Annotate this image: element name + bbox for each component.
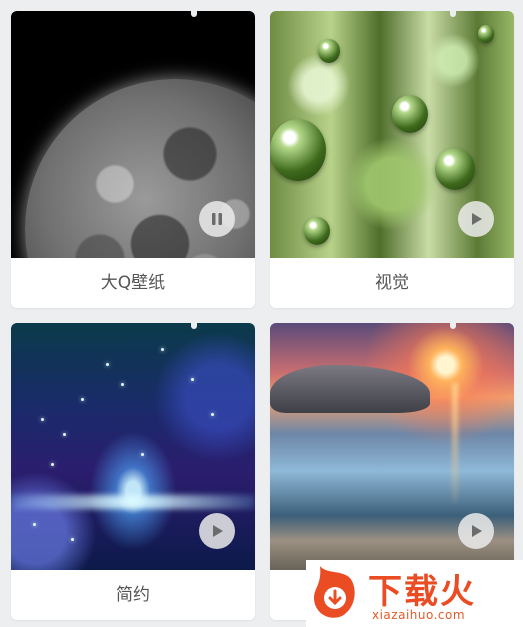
play-icon [472, 525, 482, 537]
star [161, 348, 164, 351]
play-button[interactable] [458, 201, 494, 237]
card-notch [191, 323, 197, 329]
play-icon [472, 213, 482, 225]
card-notch [191, 11, 197, 17]
pause-icon [212, 213, 222, 225]
wallpaper-card-shijue[interactable]: 视觉 [270, 11, 514, 308]
play-icon [213, 525, 223, 537]
star [81, 398, 84, 401]
star [211, 413, 214, 416]
water-drop [318, 39, 340, 63]
sun-reflection [452, 383, 458, 503]
star [63, 433, 66, 436]
star [121, 383, 124, 386]
water-drop [478, 25, 494, 43]
card-notch [450, 323, 456, 329]
flame-logo-icon [314, 566, 355, 618]
star [33, 523, 36, 526]
water-drop [435, 148, 475, 190]
star [71, 538, 74, 541]
play-button[interactable] [199, 513, 235, 549]
play-button[interactable] [458, 513, 494, 549]
watermark-url: xiazaihuo.com [372, 608, 466, 622]
wallpaper-card-jianyue[interactable]: 简约 [11, 323, 255, 620]
star [51, 463, 54, 466]
wallpaper-card-daq[interactable]: 大Q壁纸 [11, 11, 255, 308]
star [141, 453, 144, 456]
star [191, 378, 194, 381]
water-drop [304, 217, 330, 245]
wallpaper-title: 视觉 [375, 273, 409, 293]
rocks [270, 365, 430, 413]
star [106, 363, 109, 366]
star [41, 418, 44, 421]
water-drop [270, 119, 326, 181]
pause-button[interactable] [199, 201, 235, 237]
watermark: 下载火 xiazaihuo.com [306, 560, 523, 627]
water-drop [392, 95, 428, 133]
card-notch [450, 11, 456, 17]
wallpaper-title: 简约 [116, 585, 150, 605]
wallpaper-title: 大Q壁纸 [100, 273, 166, 293]
watermark-brand: 下载火 [368, 572, 476, 612]
light-beam [11, 495, 255, 509]
